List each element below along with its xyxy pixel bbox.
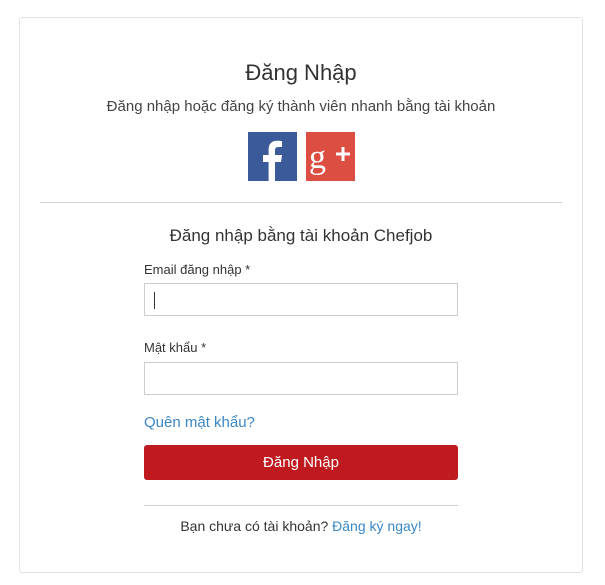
login-button[interactable]: Đăng Nhập [144, 445, 458, 480]
divider [40, 202, 562, 203]
section-title: Đăng nhập bằng tài khoản Chefjob [169, 226, 433, 245]
google-plus-login-button[interactable]: g [305, 132, 355, 181]
password-field[interactable] [144, 362, 458, 395]
page-title: Đăng Nhập [245, 60, 357, 85]
email-field[interactable] [144, 283, 458, 316]
forgot-password-link[interactable]: Quên mật khẩu? [144, 414, 255, 431]
text-caret [154, 292, 155, 309]
password-label: Mật khẩu * [144, 340, 207, 355]
social-login-group: g [20, 132, 582, 181]
facebook-login-button[interactable] [247, 132, 297, 181]
register-prompt: Bạn chưa có tài khoản? Đăng ký ngay! [20, 518, 582, 534]
login-card: Đăng Nhập Đăng nhập hoặc đăng ký thành v… [19, 17, 583, 573]
svg-text:g: g [309, 139, 326, 176]
divider [144, 505, 458, 506]
email-label: Email đăng nhập * [144, 262, 251, 277]
register-link[interactable]: Đăng ký ngay! [332, 518, 422, 534]
page-subtitle: Đăng nhập hoặc đăng ký thành viên nhanh … [106, 98, 496, 115]
google-plus-icon: g [309, 139, 350, 176]
no-account-text: Bạn chưa có tài khoản? [180, 518, 329, 534]
facebook-icon [262, 140, 282, 181]
